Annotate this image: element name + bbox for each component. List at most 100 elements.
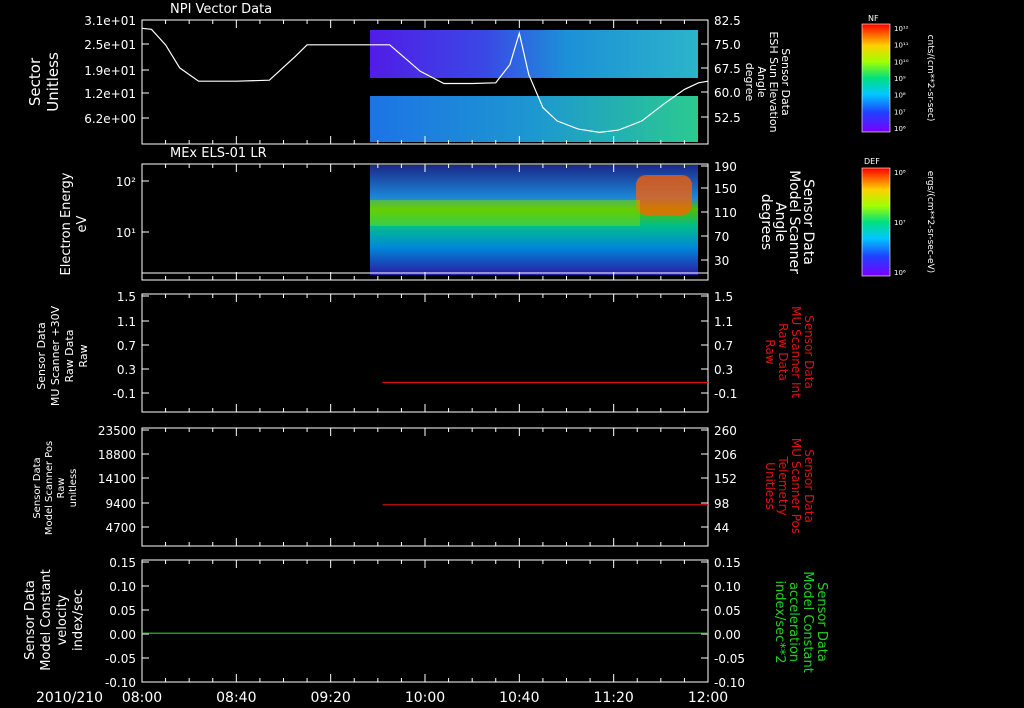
panel-title: MEx ELS-01 LR xyxy=(170,146,267,161)
right-tick-label: 150 xyxy=(714,182,737,196)
left-tick-label: 4700 xyxy=(105,521,136,535)
plot-frame xyxy=(141,559,709,683)
left-tick-label: 18800 xyxy=(98,448,136,462)
colorbar-tick-label: 10¹¹ xyxy=(894,42,909,50)
right-tick-label: 70 xyxy=(714,230,729,244)
right-axis-label-1: Sensor Data xyxy=(814,582,829,662)
right-axis-label-3: Telemetry xyxy=(776,455,790,515)
left-tick-label: 2.5e+01 xyxy=(84,38,136,52)
right-axis-label-4: Unitless xyxy=(763,462,777,510)
left-axis-label-2: MU Scanner +30V xyxy=(49,305,62,406)
colorbar-ticks: 10¹² 10¹¹ 10¹⁰ 10⁹ 10⁸ 10⁷ 10⁶ xyxy=(894,25,909,133)
colorbar-tick-label: 10⁸ xyxy=(894,169,906,177)
right-tick-label: -0.05 xyxy=(714,652,745,666)
colorbar-tick-label: 10⁸ xyxy=(894,92,906,100)
panel-mu-scanner-30v: 1.5 1.1 0.7 0.3 -0.1 1.5 1.1 0.7 0.3 -0.1 Sensor… xyxy=(35,290,816,413)
left-axis-label-2: Model Constant xyxy=(39,569,54,671)
colorbar-title: DEF xyxy=(864,157,880,166)
left-axis-label-3: Raw xyxy=(56,477,67,498)
x-tick-label: 12:00 xyxy=(688,690,728,706)
left-axis-label-3: velocity xyxy=(55,594,70,645)
left-axis-label-2: Unitless xyxy=(44,52,62,112)
left-tick-label: 0.15 xyxy=(109,556,136,570)
colorbar-gradient xyxy=(861,23,891,133)
right-tick-label: 44 xyxy=(714,521,729,535)
left-axis-ticks: 23500 18800 14100 9400 4700 xyxy=(98,424,709,546)
left-tick-label: 1.5 xyxy=(117,290,136,304)
right-tick-label: 0.7 xyxy=(714,339,733,353)
x-tick-label: 09:20 xyxy=(310,690,350,706)
plot-frame xyxy=(141,427,709,547)
left-axis-label-4: unitless xyxy=(68,469,79,508)
right-tick-label: 206 xyxy=(714,448,737,462)
left-axis-label-1: Sensor Data xyxy=(35,322,48,389)
heatmap-lower-band xyxy=(370,96,698,142)
panel-model-scanner-pos: 23500 18800 14100 9400 4700 260 206 152 98 44 Se… xyxy=(32,424,816,547)
colorbar-tick-label: 10⁹ xyxy=(894,75,906,83)
right-axis-ticks: 190 150 110 70 30 xyxy=(701,160,737,268)
left-axis-label-3: Raw Data xyxy=(63,330,76,383)
left-axis-label-4: Raw xyxy=(77,344,90,367)
left-tick-label: -0.1 xyxy=(113,387,136,401)
right-axis-label-2: MU Scanner Int xyxy=(789,306,803,398)
right-tick-label: -0.10 xyxy=(714,676,745,690)
multi-panel-time-series-plot: NPI Vector Data 3.1e+01 2.5e+01 1.9e+01 1.2… xyxy=(23,2,935,706)
left-axis-ticks: 0.15 0.10 0.05 0.00 -0.05 -0.10 xyxy=(105,556,709,690)
x-tick-label: 11:20 xyxy=(593,690,633,706)
left-tick-label: 1.2e+01 xyxy=(84,87,136,101)
left-tick-label: 1.1 xyxy=(117,315,136,329)
x-axis: 2010/210 08:00 08:40 09:20 10:00 10:40 11:20 1… xyxy=(36,690,728,706)
left-tick-label: 0.3 xyxy=(117,363,136,377)
left-axis-label-1: Sector xyxy=(26,57,44,106)
date-label: 2010/210 xyxy=(36,690,103,706)
left-tick-label: 3.1e+01 xyxy=(84,14,136,28)
right-axis-label-3: Raw Data xyxy=(776,323,790,381)
x-tick-label: 10:00 xyxy=(405,690,445,706)
right-tick-label: 1.5 xyxy=(714,290,733,304)
left-tick-label: 10² xyxy=(116,175,136,189)
right-axis-label-3: acceleration xyxy=(786,582,801,662)
colorbar-gradient xyxy=(861,167,891,277)
right-tick-label: 67.5 xyxy=(714,62,741,76)
right-axis-label-4: Raw xyxy=(763,339,777,364)
right-tick-label: 190 xyxy=(714,160,737,174)
right-tick-label: 0.10 xyxy=(714,580,741,594)
right-axis-label-4: degree xyxy=(743,63,756,102)
right-axis-label-1: Sensor Data xyxy=(802,449,816,523)
right-tick-label: 52.5 xyxy=(714,111,741,125)
x-tick-label: 08:40 xyxy=(216,690,256,706)
panel-npi-vector-data: NPI Vector Data 3.1e+01 2.5e+01 1.9e+01 1.2… xyxy=(26,2,792,145)
right-tick-label: 0.00 xyxy=(714,628,741,642)
left-tick-label: 9400 xyxy=(105,497,136,511)
left-tick-label: 23500 xyxy=(98,424,136,438)
left-tick-label: 0.00 xyxy=(109,628,136,642)
right-tick-label: 152 xyxy=(714,472,737,486)
colorbar-ticks: 10⁸ 10⁷ 10⁶ xyxy=(894,169,906,277)
right-tick-label: 0.3 xyxy=(714,363,733,377)
right-axis-label-2: Model Constant xyxy=(800,571,815,673)
els-high-flux-blob xyxy=(636,175,692,215)
left-tick-label: 0.05 xyxy=(109,604,136,618)
colorbar-unit: cnts/(cm**2-sr-sec) xyxy=(925,35,935,122)
right-axis-ticks: 1.5 1.1 0.7 0.3 -0.1 xyxy=(701,290,737,401)
plot-frame xyxy=(141,293,709,413)
colorbar-tick-label: 10¹⁰ xyxy=(894,58,909,66)
x-axis-tick-labels: 08:00 08:40 09:20 10:00 10:40 11:20 12:00 xyxy=(122,690,728,706)
right-tick-label: 0.05 xyxy=(714,604,741,618)
colorbar-unit: ergs/(cm**2-sr-sec-eV) xyxy=(925,171,935,273)
left-tick-label: -0.05 xyxy=(105,652,136,666)
colorbar-tick-label: 10⁷ xyxy=(894,219,906,227)
left-tick-label: 14100 xyxy=(98,472,136,486)
panel-model-constant-velocity: 0.150.100.050.00-0.05-0.10 0.150.100.050… xyxy=(23,556,829,690)
right-axis-label-4: degrees xyxy=(758,194,774,250)
left-tick-label: 0.7 xyxy=(117,339,136,353)
right-tick-label: 110 xyxy=(714,206,737,220)
right-tick-label: 75.0 xyxy=(714,38,741,52)
colorbar-tick-label: 10⁶ xyxy=(894,269,906,277)
x-tick-label: 08:00 xyxy=(122,690,162,706)
left-tick-label: 1.9e+01 xyxy=(84,64,136,78)
left-axis-ticks: 1.5 1.1 0.7 0.3 -0.1 xyxy=(113,290,709,412)
colorbar-tick-label: 10⁶ xyxy=(894,125,906,133)
left-axis-label-4: index/sec xyxy=(71,589,86,651)
right-axis-label-1: Sensor Data xyxy=(802,315,816,389)
